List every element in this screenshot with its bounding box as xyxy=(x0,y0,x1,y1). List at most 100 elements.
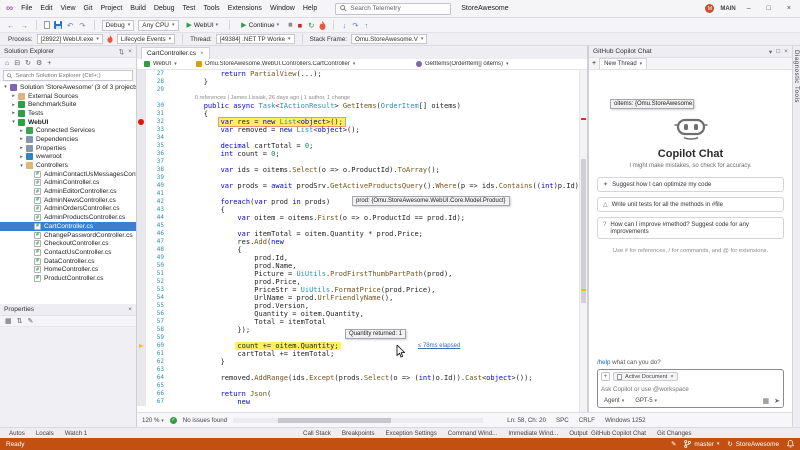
breakpoint-margin[interactable] xyxy=(137,246,146,254)
chevron-down-icon[interactable]: ▾ xyxy=(769,48,772,56)
copilot-prompt-input[interactable] xyxy=(601,383,780,395)
expand-icon[interactable]: ▸ xyxy=(18,154,25,160)
breakpoint-margin[interactable] xyxy=(137,222,146,230)
expand-icon[interactable]: ▸ xyxy=(10,110,17,116)
code-line[interactable]: 63 xyxy=(137,366,579,374)
branch-indicator[interactable]: master ▾ xyxy=(684,440,719,448)
thread-dropdown[interactable]: [49384] .NET TP Worke▾ xyxy=(216,34,295,44)
tree-item-checkoutcontroller-cs[interactable]: #CheckoutController.cs xyxy=(0,239,136,248)
tree-item-dependencies[interactable]: ▸Dependencies xyxy=(0,135,136,144)
code-line[interactable]: 38var ids = oitems.Select(o => o.Product… xyxy=(137,166,579,174)
breakpoint-margin[interactable] xyxy=(137,158,146,166)
tree-item-adminnewscontroller-cs[interactable]: #AdminNewsController.cs xyxy=(0,196,136,205)
code-line[interactable]: 44var oitem = oitems.First(o => o.Produc… xyxy=(137,214,579,222)
breakpoint-margin[interactable] xyxy=(137,382,146,390)
suggestion-card-1[interactable]: ✦Suggest how I can optimize my code xyxy=(597,177,784,192)
tree-item-admincontactusmessagescontroller-cs[interactable]: #AdminContactUsMessagesController.cs xyxy=(0,170,136,179)
thread-tab[interactable]: New Thread ▾ xyxy=(599,58,647,69)
code-line[interactable]: 31{ xyxy=(137,110,579,118)
minimize-button[interactable]: – xyxy=(742,5,756,12)
menu-git[interactable]: Git xyxy=(80,5,97,12)
tree-item-admincontroller-cs[interactable]: #AdminController.cs xyxy=(0,179,136,188)
expand-icon[interactable]: ▸ xyxy=(10,93,17,99)
account-avatar[interactable]: M xyxy=(705,4,714,13)
perf-tip[interactable]: ≤ 78ms elapsed xyxy=(418,343,460,349)
configuration-dropdown[interactable]: Debug▾ xyxy=(102,20,135,31)
breakpoint-margin[interactable] xyxy=(137,126,146,134)
breakpoint-margin[interactable] xyxy=(137,366,146,374)
step-over-icon[interactable]: ↷ xyxy=(351,21,359,30)
member-dropdown[interactable]: GetItems(OrderItem[] oitems) ▾ xyxy=(412,60,577,69)
code-line[interactable]: 62} xyxy=(137,358,579,366)
tree-item-external-sources[interactable]: ▸External Sources xyxy=(0,92,136,101)
code-line[interactable]: 28} xyxy=(137,78,579,86)
quick-search[interactable]: Search Telemetry xyxy=(335,3,451,15)
categorize-icon[interactable]: ▦ xyxy=(5,317,12,325)
panel-tab-exception-settings[interactable]: Exception Settings xyxy=(381,430,442,437)
breakpoint-margin[interactable] xyxy=(137,206,146,214)
collapse-all-icon[interactable]: ⊟ xyxy=(14,59,20,67)
attach-icon[interactable]: ▦ xyxy=(763,397,770,405)
send-icon[interactable]: ➤ xyxy=(774,397,780,405)
breakpoint-margin[interactable] xyxy=(137,238,146,246)
breakpoint-margin[interactable] xyxy=(137,310,146,318)
breakpoint-margin[interactable] xyxy=(137,374,146,382)
tree-item-properties[interactable]: ▸Properties xyxy=(0,144,136,153)
spaces-indicator[interactable]: SPC xyxy=(556,417,569,424)
code-line[interactable]: 33var removed = new List<object>(); xyxy=(137,126,579,134)
menu-window[interactable]: Window xyxy=(266,5,299,12)
code-line[interactable]: 32var res = new List<object>(); xyxy=(137,118,579,126)
sort-alphabetical-icon[interactable]: ⇅ xyxy=(17,317,23,325)
datatip-prod[interactable]: prod: {Omu.StoreAwesome.WebUI.Core.Model… xyxy=(352,196,510,206)
encoding-indicator[interactable]: Windows 1252 xyxy=(605,417,646,424)
code-line[interactable]: 48{ xyxy=(137,246,579,254)
repo-indicator[interactable]: ↻ StoreAwesome xyxy=(727,440,779,448)
breakpoint-margin[interactable] xyxy=(137,286,146,294)
tree-item-adminorderscontroller-cs[interactable]: #AdminOrdersController.cs xyxy=(0,205,136,214)
process-dropdown[interactable]: [28922] WebUI.exe▾ xyxy=(37,34,103,44)
expand-icon[interactable]: ▸ xyxy=(18,136,25,142)
undo-icon[interactable]: ↶ xyxy=(66,21,74,30)
breakpoint-margin[interactable] xyxy=(137,334,146,342)
breakpoint-margin[interactable] xyxy=(137,254,146,262)
code-line[interactable]: 51Picture = UiUtils.ProdFirstThumbPartPa… xyxy=(137,270,579,278)
maximize-button[interactable]: □ xyxy=(762,5,776,12)
restart-icon[interactable]: ↻ xyxy=(307,21,315,30)
close-icon[interactable]: × xyxy=(784,48,788,56)
settings-gear-icon[interactable]: ⚙ xyxy=(36,59,42,67)
panel-tab-watch-1[interactable]: Watch 1 xyxy=(60,430,92,437)
panel-tab-command-wind[interactable]: Command Wind... xyxy=(443,430,503,437)
suggestion-card-3[interactable]: ?How can I improve #method? Suggest code… xyxy=(597,217,784,239)
breakpoint-margin[interactable] xyxy=(137,174,146,182)
breakpoint-margin[interactable] xyxy=(137,390,146,398)
breakpoint-margin[interactable] xyxy=(137,270,146,278)
breakpoint-margin[interactable] xyxy=(137,350,146,358)
home-icon[interactable]: ⌂ xyxy=(5,60,9,67)
breakpoint-margin[interactable] xyxy=(137,198,146,206)
breakpoint-margin[interactable] xyxy=(137,142,146,150)
refresh-icon[interactable]: ↻ xyxy=(25,59,31,67)
tree-item-wwwroot[interactable]: ▸wwwroot xyxy=(0,153,136,162)
notifications-bell-icon[interactable] xyxy=(787,440,794,448)
code-line[interactable]: 47res.Add(new xyxy=(137,238,579,246)
close-button[interactable]: × xyxy=(782,5,796,12)
menu-view[interactable]: View xyxy=(56,5,79,12)
document-health-label[interactable]: No issues found xyxy=(183,417,227,424)
code-line[interactable]: 30public async Task<IActionResult> GetIt… xyxy=(137,102,579,110)
project-dropdown[interactable]: WebUI ▾ xyxy=(140,60,190,69)
menu-tools[interactable]: Tools xyxy=(199,5,223,12)
step-into-icon[interactable]: ↓ xyxy=(341,21,347,30)
breakpoint-margin[interactable] xyxy=(137,86,146,94)
expand-icon[interactable]: ▸ xyxy=(10,102,17,108)
tree-item-productcontroller-cs[interactable]: #ProductController.cs xyxy=(0,274,136,283)
collapse-icon[interactable]: ▾ xyxy=(10,119,17,125)
code-line[interactable]: 36int count = 0; xyxy=(137,150,579,158)
collapse-icon[interactable]: ▾ xyxy=(2,84,9,90)
tree-item-webui[interactable]: ▾WebUI xyxy=(0,118,136,127)
redo-icon[interactable]: ↷ xyxy=(78,21,86,30)
tree-item-changepasswordcontroller-cs[interactable]: #ChangePasswordController.cs xyxy=(0,231,136,240)
zoom-control[interactable]: 120 % ▾ xyxy=(142,417,164,424)
breakpoint-margin[interactable] xyxy=(137,78,146,86)
tree-item-solution-storeawesome-3-of-3-projects[interactable]: ▾Solution 'StoreAwesome' (3 of 3 project… xyxy=(0,83,136,92)
panel-tab-immediate-wind[interactable]: Immediate Wind... xyxy=(503,430,563,437)
